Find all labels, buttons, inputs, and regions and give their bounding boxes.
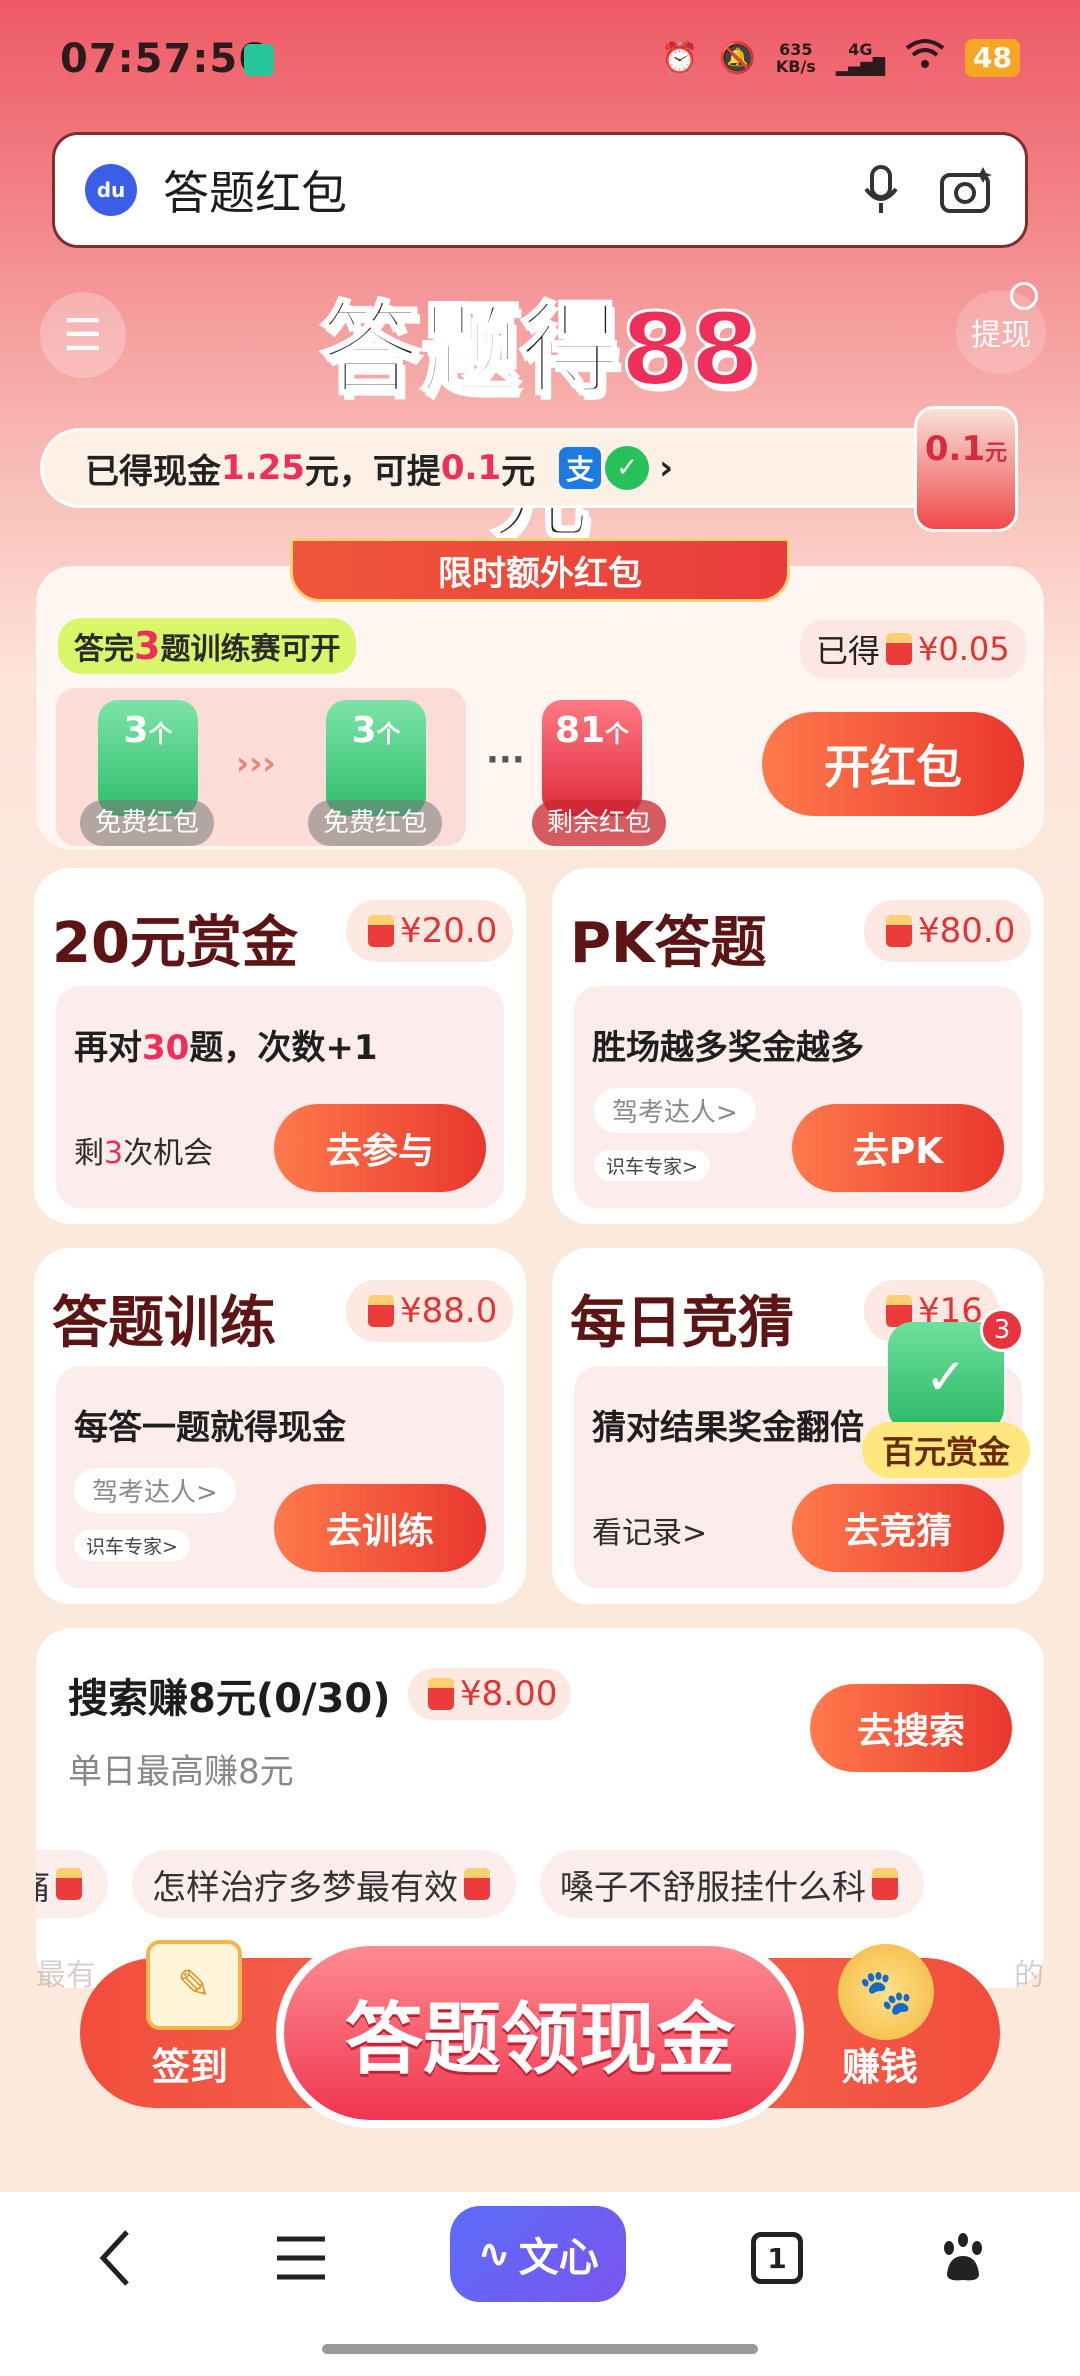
cash-text-1: 已得现金 [85, 451, 221, 492]
tabs-count: 1 [751, 2232, 803, 2284]
wave-icon: ∿ [477, 2231, 511, 2277]
red-envelope-icon [872, 1868, 898, 1900]
suggested-queries: 痛 怎样治疗多梦最有效 嗓子不舒服挂什么科 [36, 1850, 1044, 1918]
go-search-button[interactable]: 去搜索 [810, 1684, 1012, 1772]
checkin-notepad-icon[interactable]: ✎ [146, 1940, 242, 2030]
menu-lines-icon[interactable] [256, 2222, 346, 2294]
status-icons: ⏰ 🔕 635 KB/s 4G ▂▄▆█ 48 [661, 38, 1020, 78]
cash-summary-bar[interactable]: 已得现金 1.25 元，可提 0.1 元 支 ✓ › [40, 428, 970, 508]
red-envelope-icon [428, 1678, 454, 1710]
task-title: 每日竞猜 [570, 1291, 794, 1356]
page-title: 答题得88元 [319, 290, 761, 555]
task-remaining: 剩3次机会 [74, 1136, 214, 1171]
query-chip[interactable]: 嗓子不舒服挂什么科 [540, 1850, 924, 1918]
alarm-icon: ⏰ [661, 40, 699, 76]
tier-free-2: 3个 [326, 700, 426, 816]
status-time: 07:57:56 [60, 36, 267, 82]
widget-label: 百元赏金 [862, 1422, 1030, 1478]
open-red-packet-button[interactable]: 开红包 [762, 712, 1024, 816]
checkin-button[interactable]: 签到 [152, 2036, 228, 2091]
cash-text-2: 元，可提 [304, 451, 441, 492]
wechat-pay-icon: ✓ [605, 446, 650, 490]
tier-label-2: 免费红包 [308, 800, 442, 846]
baidu-paw-icon[interactable] [918, 2222, 1008, 2294]
tier-label-3: 剩余红包 [532, 800, 666, 846]
menu-icon[interactable]: ☰ [40, 292, 126, 378]
topic-chip[interactable]: 识车专家> [74, 1530, 190, 1561]
red-envelope-icon [368, 1295, 394, 1327]
limited-bonus-ribbon: 限时额外红包 [290, 538, 790, 602]
hundred-bounty-widget[interactable]: ✓ 3 百元赏金 [862, 1308, 1030, 1478]
red-envelope-icon [886, 633, 913, 665]
search-task-reward: ¥8.00 [408, 1668, 572, 1720]
search-task-subtitle: 单日最高赚8元 [68, 1752, 294, 1792]
battery-indicator: 48 [965, 39, 1020, 77]
task-desc: 每答一题就得现金 [74, 1408, 346, 1448]
query-chip: 的 [1014, 1958, 1044, 1993]
task-reward-badge: ¥20.0 [346, 900, 514, 962]
baidu-logo-icon: du [85, 164, 137, 216]
net-speed: 635 KB/s [775, 40, 816, 76]
shield-app-icon [244, 44, 274, 76]
microphone-icon[interactable] [853, 162, 909, 218]
back-icon[interactable] [70, 2222, 160, 2294]
progress-arrows: ››› [236, 744, 276, 782]
progress-dots: ··· [486, 740, 525, 780]
task-desc: 胜场越多奖金越多 [592, 1028, 864, 1068]
wenxin-button[interactable]: ∿ 文心 [450, 2206, 626, 2302]
task-title: PK答题 [570, 911, 767, 976]
search-input[interactable]: 答题红包 [163, 157, 823, 223]
withdraw-button[interactable]: 提现 [956, 290, 1046, 374]
task-title: 20元赏金 [52, 911, 298, 976]
task-desc: 猜对结果奖金翻倍 [592, 1408, 864, 1448]
tier-remaining: 81个 [542, 700, 642, 816]
mute-bell-icon: 🔕 [718, 40, 756, 76]
alipay-icon: 支 [559, 447, 602, 489]
query-chip[interactable]: 痛 [36, 1850, 108, 1918]
task-reward-badge: ¥80.0 [864, 900, 1032, 962]
red-envelope-icon [886, 915, 912, 947]
task-desc: 再对30题，次数+1 [74, 1028, 378, 1068]
home-indicator [322, 2344, 758, 2354]
guess-button[interactable]: 去竞猜 [792, 1484, 1004, 1572]
topic-chip[interactable]: 识车专家> [594, 1150, 710, 1181]
tier-free-1: 3个 [98, 700, 198, 816]
red-envelope-icon [464, 1868, 490, 1900]
paw-coin-icon[interactable]: 🐾 [838, 1944, 934, 2040]
notification-count: 3 [980, 1308, 1024, 1352]
earned-amount-badge: 已得 ¥0.05 [800, 620, 1026, 678]
answer-cash-button[interactable]: 答题领现金 [276, 1938, 804, 2128]
view-records-link[interactable]: 看记录> [592, 1508, 707, 1552]
task-title: 答题训练 [52, 1291, 276, 1356]
training-tip: 答完3题训练赛可开 [58, 618, 357, 674]
chevron-right-icon: › [659, 448, 674, 488]
search-bar[interactable]: du 答题红包 [52, 132, 1028, 248]
tier-label-1: 免费红包 [80, 800, 214, 846]
red-envelope-badge[interactable]: 0.1元 [914, 406, 1018, 532]
red-envelope-icon [368, 915, 394, 947]
wifi-icon [905, 38, 945, 78]
topic-chip[interactable]: 驾考达人> [74, 1468, 236, 1513]
tabs-icon[interactable]: 1 [732, 2222, 822, 2294]
task-reward-badge: ¥88.0 [346, 1280, 514, 1342]
cash-earned: 1.25 [221, 448, 305, 488]
cash-withdrawable: 0.1 [440, 448, 502, 488]
topic-chip[interactable]: 驾考达人> [594, 1088, 756, 1133]
pk-button[interactable]: 去PK [792, 1104, 1004, 1192]
signal-icon: 4G ▂▄▆█ [835, 40, 886, 76]
earn-button[interactable]: 赚钱 [842, 2036, 918, 2091]
search-task-title: 搜索赚8元(0/30) [68, 1676, 391, 1722]
cash-text-3: 元 [501, 451, 536, 492]
join-button[interactable]: 去参与 [274, 1104, 486, 1192]
query-chip[interactable]: 怎样治疗多梦最有效 [132, 1850, 516, 1918]
camera-search-icon[interactable] [939, 162, 995, 218]
red-envelope-icon [56, 1868, 82, 1900]
training-button[interactable]: 去训练 [274, 1484, 486, 1572]
